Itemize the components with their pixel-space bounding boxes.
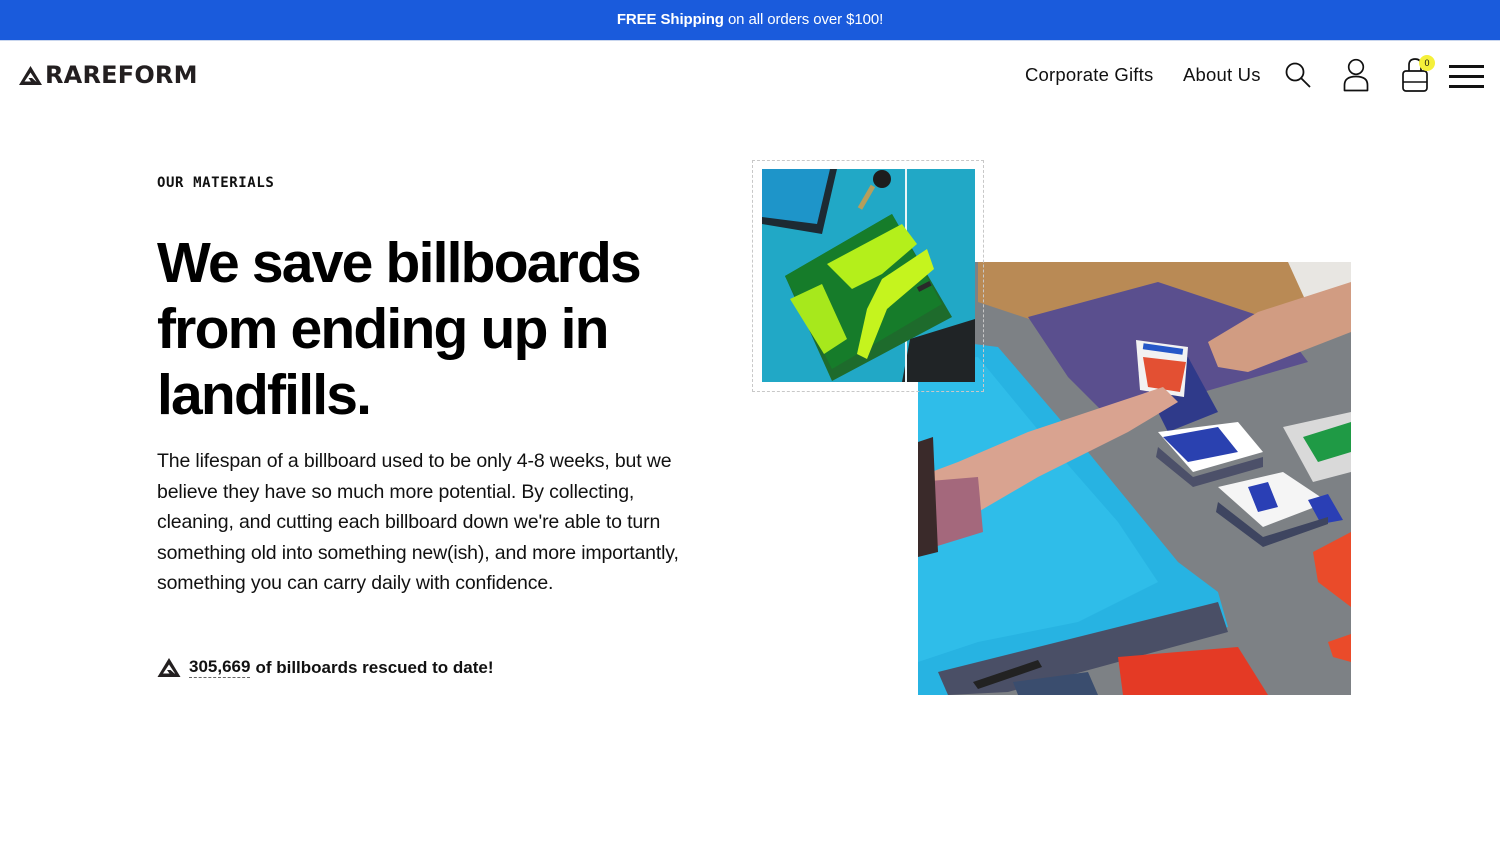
green-billboard-pouch-photo bbox=[762, 169, 975, 382]
billboards-rescued-label: of billboards rescued to date! bbox=[255, 657, 494, 677]
billboards-rescued-count: 305,669 bbox=[189, 657, 251, 678]
logo-wordmark: RAREFORM bbox=[45, 61, 198, 89]
hamburger-menu-icon-line bbox=[1449, 75, 1484, 78]
hamburger-menu-icon bbox=[1449, 65, 1484, 68]
hero-headline: We save billboards from ending up in lan… bbox=[157, 231, 642, 427]
section-eyebrow: OUR MATERIALS bbox=[157, 175, 275, 191]
search-icon bbox=[1285, 62, 1311, 88]
billboard-counter: 305,669 of billboards rescued to date! bbox=[157, 657, 494, 678]
promo-banner: FREE Shipping on all orders over $100! bbox=[0, 0, 1500, 41]
user-icon bbox=[1343, 58, 1369, 92]
nav-about-us[interactable]: About Us bbox=[1183, 64, 1261, 86]
account-button[interactable] bbox=[1342, 58, 1370, 92]
menu-button[interactable] bbox=[1449, 65, 1485, 89]
site-header: RAREFORM Corporate Gifts About Us 0 bbox=[0, 41, 1500, 109]
promo-text: on all orders over $100! bbox=[723, 11, 884, 28]
rareform-logo-icon bbox=[19, 65, 42, 85]
search-button[interactable] bbox=[1284, 61, 1312, 89]
logo-link[interactable]: RAREFORM bbox=[18, 63, 198, 87]
hamburger-menu-icon-line bbox=[1449, 85, 1484, 88]
cart-count-badge: 0 bbox=[1419, 55, 1435, 71]
cart-button[interactable]: 0 bbox=[1401, 55, 1437, 93]
promo-bold-text: FREE Shipping bbox=[616, 11, 724, 28]
billboard-cutting-workshop-photo bbox=[918, 262, 1351, 695]
rareform-triangle-icon bbox=[157, 658, 181, 677]
hero-body-text: The lifespan of a billboard used to be o… bbox=[157, 450, 679, 594]
nav-corporate-gifts[interactable]: Corporate Gifts bbox=[1025, 64, 1153, 86]
